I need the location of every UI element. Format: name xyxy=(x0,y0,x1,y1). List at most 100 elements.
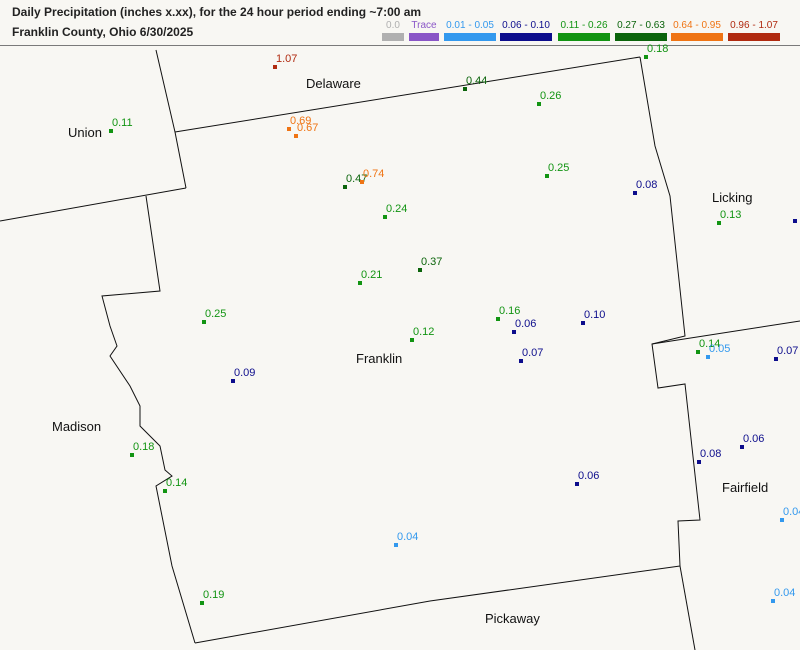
legend-item: 0.27 - 0.63 xyxy=(615,20,667,41)
station-marker xyxy=(545,174,549,178)
precip-value-label: 0.21 xyxy=(361,269,383,281)
station-marker xyxy=(163,489,167,493)
station-marker xyxy=(394,543,398,547)
precip-value-label: 0.25 xyxy=(548,162,570,174)
precip-value-label: 0.09 xyxy=(234,367,256,379)
legend-swatch xyxy=(382,33,404,41)
station-marker xyxy=(294,134,298,138)
legend-item: 0.06 - 0.10 xyxy=(500,20,552,41)
precip-value-label: 1.07 xyxy=(276,53,298,65)
legend-label: 0.11 - 0.26 xyxy=(560,20,608,31)
precip-value-label: 0.14 xyxy=(166,477,188,489)
franklin-pickaway-boundary xyxy=(194,565,681,644)
station-marker xyxy=(575,482,579,486)
franklin-east-boundary xyxy=(639,56,701,567)
station-marker xyxy=(287,127,291,131)
legend-swatch xyxy=(444,33,496,41)
precip-value-label: 0.08 xyxy=(636,179,658,191)
station-marker xyxy=(231,379,235,383)
map-header: Daily Precipitation (inches x.xx), for t… xyxy=(0,0,800,46)
station-marker xyxy=(537,102,541,106)
legend-swatch xyxy=(500,33,552,41)
station-marker xyxy=(410,338,414,342)
legend-item: 0.96 - 1.07 xyxy=(728,20,780,41)
legend-label: 0.64 - 0.95 xyxy=(673,20,721,31)
delaware-franklin-boundary xyxy=(174,56,641,133)
station-marker xyxy=(200,601,204,605)
legend-swatch xyxy=(728,33,780,41)
station-marker xyxy=(581,321,585,325)
station-marker xyxy=(780,518,784,522)
station-marker xyxy=(644,55,648,59)
map-title: Daily Precipitation (inches x.xx), for t… xyxy=(12,5,422,19)
station-marker xyxy=(109,129,113,133)
precip-value-label: 0.13 xyxy=(720,209,742,221)
precip-value-label: 0.18 xyxy=(133,441,155,453)
precip-value-label: 0.11 xyxy=(112,117,133,129)
station-marker xyxy=(519,359,523,363)
legend-label: Trace xyxy=(411,20,437,31)
legend-label: 0.96 - 1.07 xyxy=(730,20,778,31)
legend-label: 0.0 xyxy=(386,20,400,31)
legend-swatch xyxy=(558,33,610,41)
precip-value-label: 0.67 xyxy=(297,122,319,134)
legend-label: 0.06 - 0.10 xyxy=(502,20,550,31)
precip-value-label: 0.74 xyxy=(363,168,385,180)
precip-value-label: 0.19 xyxy=(203,589,225,601)
precip-value-label: 0.18 xyxy=(647,43,669,55)
station-marker xyxy=(418,268,422,272)
station-marker xyxy=(793,219,797,223)
legend-swatch xyxy=(409,33,439,41)
precip-value-label: 0.26 xyxy=(540,90,562,102)
county-label-madison: Madison xyxy=(52,419,102,434)
precip-value-label: 0.24 xyxy=(386,203,408,215)
franklin-west-boundary xyxy=(101,195,196,644)
precipitation-legend: 0.0 Trace 0.01 - 0.05 0.06 - 0.10 0.11 - 0.2… xyxy=(382,20,782,42)
legend-label: 0.01 - 0.05 xyxy=(446,20,494,31)
station-marker xyxy=(740,445,744,449)
county-label-union: Union xyxy=(68,125,102,140)
precip-value-label: 0.07 xyxy=(777,345,799,357)
legend-item: 0.64 - 0.95 xyxy=(671,20,723,41)
station-marker xyxy=(774,357,778,361)
precip-value-label: 0.04 xyxy=(774,587,796,599)
county-label-delaware: Delaware xyxy=(306,76,361,91)
precip-value-label: 0.08 xyxy=(700,448,722,460)
county-boundaries xyxy=(0,49,800,650)
precip-value-label: 0.06 xyxy=(743,433,765,445)
precip-value-label: 0.10 xyxy=(584,309,606,321)
precip-value-label: 0.04 xyxy=(783,506,800,518)
legend-swatch xyxy=(615,33,667,41)
station-marker xyxy=(771,599,775,603)
county-label-pickaway: Pickaway xyxy=(485,611,540,626)
precip-value-label: 0.25 xyxy=(205,308,227,320)
county-label-licking: Licking xyxy=(712,190,753,205)
station-marker xyxy=(697,460,701,464)
precip-value-label: 0.06 xyxy=(515,318,537,330)
station-marker xyxy=(706,355,710,359)
legend-item: 0.01 - 0.05 xyxy=(444,20,496,41)
union-madison-boundary xyxy=(0,187,187,222)
legend-item: 0.0 xyxy=(382,20,404,41)
station-marker xyxy=(512,330,516,334)
precip-value-label: 0.05 xyxy=(709,343,731,355)
station-marker xyxy=(358,281,362,285)
map-subtitle: Franklin County, Ohio 6/30/2025 xyxy=(12,25,194,39)
station-marker xyxy=(717,221,721,225)
station-marker xyxy=(463,87,467,91)
station-marker xyxy=(130,453,134,457)
station-marker xyxy=(496,317,500,321)
precip-value-label: 0.37 xyxy=(421,256,443,268)
station-marker xyxy=(202,320,206,324)
station-marker xyxy=(696,350,700,354)
county-label-franklin: Franklin xyxy=(356,351,403,366)
precip-value-label: 0.07 xyxy=(522,347,544,359)
precip-value-label: 0.16 xyxy=(499,305,521,317)
station-marker xyxy=(360,180,364,184)
precipitation-map: Delaware Union Licking Madison Franklin Fairf… xyxy=(0,43,800,650)
legend-item: 0.11 - 0.26 xyxy=(558,20,610,41)
precip-value-label: 0.12 xyxy=(413,326,435,338)
station-marker xyxy=(633,191,637,195)
licking-fairfield-boundary xyxy=(651,320,800,345)
precip-value-label: 0.06 xyxy=(578,470,600,482)
